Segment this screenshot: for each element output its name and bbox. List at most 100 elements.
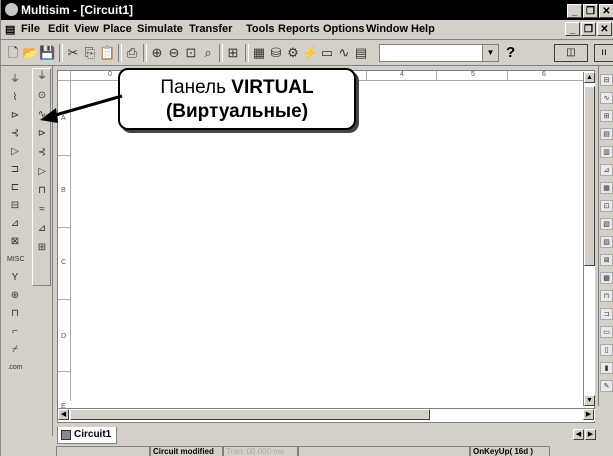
horizontal-scrollbar[interactable]: ◀ ▶ [58,408,595,421]
analysis-icon[interactable]: ∿ [336,45,352,60]
iv-analyzer-icon[interactable]: ⊠ [600,254,613,266]
menu-simulate[interactable]: Simulate [137,23,183,35]
vertical-scrollbar[interactable]: ▲ ▼ [583,72,595,406]
spreadsheet-icon[interactable]: ▦ [251,45,267,60]
misc-icon[interactable]: MISC [7,252,25,268]
electromechanical-icon[interactable]: ⊕ [7,288,23,304]
rf-icon[interactable]: Y [7,270,23,286]
cmos-icon[interactable]: ⊏ [7,180,23,196]
in-use-list-combo[interactable]: ▼ [379,44,499,62]
menu-place[interactable]: Place [103,23,132,35]
hierarchical-icon[interactable]: .com [7,360,23,376]
status-time: Tran: 00.000 ms [223,446,298,456]
multimeter-icon[interactable]: ⊟ [600,74,613,86]
print-icon[interactable]: ⎙ [124,45,140,60]
ladder-icon[interactable]: ⊓ [7,306,23,322]
mdi-close-button[interactable]: ✕ [597,22,612,36]
mdi-restore-button[interactable]: ❐ [581,22,596,36]
power-source-icon[interactable]: ⏚ [7,72,23,88]
menu-transfer[interactable]: Transfer [189,23,232,35]
ttl-icon[interactable]: ⊐ [7,162,23,178]
component-wizard-icon[interactable]: ⚙ [285,45,301,60]
help-button[interactable]: ? [506,44,515,61]
frequency-counter-icon[interactable]: ▦ [600,182,613,194]
basic-icon[interactable]: ⌇ [7,90,23,106]
menu-window[interactable]: Window [366,23,408,35]
four-channel-scope-icon[interactable]: ▥ [600,146,613,158]
mdi-minimize-button[interactable]: _ [565,22,580,36]
scroll-down-icon[interactable]: ▼ [584,395,595,406]
agilent-generator-icon[interactable]: ▭ [600,326,613,338]
mixed-icon[interactable]: ⊿ [7,216,23,232]
indicator-icon[interactable]: ⊠ [7,234,23,250]
zoom-area-icon[interactable]: ⊡ [183,45,199,60]
hscroll-thumb[interactable] [70,409,430,420]
zoom-out-icon[interactable]: ⊖ [166,45,182,60]
zoom-fit-icon[interactable]: ⌕ [200,45,216,60]
wattmeter-icon[interactable]: ⊞ [600,110,613,122]
virtual-diode-icon[interactable]: ⊳ [34,126,50,142]
agilent-multimeter-icon[interactable]: ▯ [600,344,613,356]
logic-analyzer-icon[interactable]: ▧ [600,218,613,230]
menu-tools[interactable]: Tools [246,23,275,35]
tab-scroll-right-icon[interactable]: ▶ [585,429,596,440]
postprocessor-icon[interactable]: ▭ [319,45,335,60]
database-icon[interactable]: ⛁ [268,45,284,60]
logic-converter-icon[interactable]: ▨ [600,236,613,248]
network-analyzer-icon[interactable]: ⊐ [600,308,613,320]
virtual-rated-icon[interactable]: ⊿ [34,221,50,237]
copy-icon[interactable]: ⎘ [82,45,98,60]
misc-digital-icon[interactable]: ⊟ [7,198,23,214]
virtual-signal-source-icon[interactable]: ⊙ [34,88,50,104]
diode-icon[interactable]: ⊳ [7,108,23,124]
virtual-3d-icon[interactable]: ⊞ [34,240,50,256]
chevron-down-icon[interactable]: ▼ [482,45,498,61]
zoom-in-icon[interactable]: ⊕ [149,45,165,60]
cut-icon[interactable]: ✂ [65,45,81,60]
paste-icon[interactable]: 📋 [99,45,115,60]
measurement-probe-icon[interactable]: ✎ [600,380,613,392]
simulate-switch-icon[interactable]: ◫ [554,44,588,62]
grapher-icon[interactable]: ▤ [353,45,369,60]
menu-view[interactable]: View [74,23,99,35]
distortion-analyzer-icon[interactable]: ▩ [600,272,613,284]
menu-edit[interactable]: Edit [48,23,69,35]
menu-help[interactable]: Help [411,23,435,35]
virtual-measure-icon[interactable]: ≈ [34,202,50,218]
bus-icon[interactable]: ⌿ [7,342,23,358]
ruler-top-label: 6 [542,71,546,78]
tab-scroll-left-icon[interactable]: ◀ [573,429,584,440]
oscilloscope-icon[interactable]: ▤ [600,128,613,140]
close-button[interactable]: ✕ [599,4,613,18]
tab-circuit1[interactable]: Circuit1 [57,427,117,444]
analog-icon[interactable]: ▷ [7,144,23,160]
virtual-analog-icon[interactable]: ▷ [34,164,50,180]
pause-button[interactable]: ıı [594,44,613,62]
virtual-power-icon[interactable]: ⏚ [34,69,50,85]
restore-button[interactable]: ❐ [583,4,598,18]
scroll-left-icon[interactable]: ◀ [58,409,69,420]
virtual-misc-icon[interactable]: ⊓ [34,183,50,199]
open-icon[interactable]: 📂 [22,45,38,60]
menu-file[interactable]: File [21,23,40,35]
transistor-icon[interactable]: ⊰ [7,126,23,142]
scroll-up-icon[interactable]: ▲ [584,72,595,83]
electrical-rules-icon[interactable]: ⚡ [302,45,318,60]
function-generator-icon[interactable]: ∿ [600,92,613,104]
menu-reports[interactable]: Reports [278,23,320,35]
word-generator-icon[interactable]: ⊡ [600,200,613,212]
ruler-left-label: A [61,115,66,122]
spectrum-analyzer-icon[interactable]: ⊓ [600,290,613,302]
virtual-basic-icon[interactable]: ∿ [34,107,50,123]
save-icon[interactable]: 💾 [39,45,55,60]
scroll-right-icon[interactable]: ▶ [583,409,594,420]
new-icon[interactable]: 🗋 [5,45,21,60]
connector-icon[interactable]: ⌐ [7,324,23,340]
minimize-button[interactable]: _ [567,4,582,18]
scroll-thumb[interactable] [584,86,595,266]
bode-plotter-icon[interactable]: ⊿ [600,164,613,176]
agilent-scope-icon[interactable]: ▮ [600,362,613,374]
virtual-transistor-icon[interactable]: ⊰ [34,145,50,161]
hierarchy-icon[interactable]: ⊞ [225,45,241,60]
menu-options[interactable]: Options [323,23,365,35]
